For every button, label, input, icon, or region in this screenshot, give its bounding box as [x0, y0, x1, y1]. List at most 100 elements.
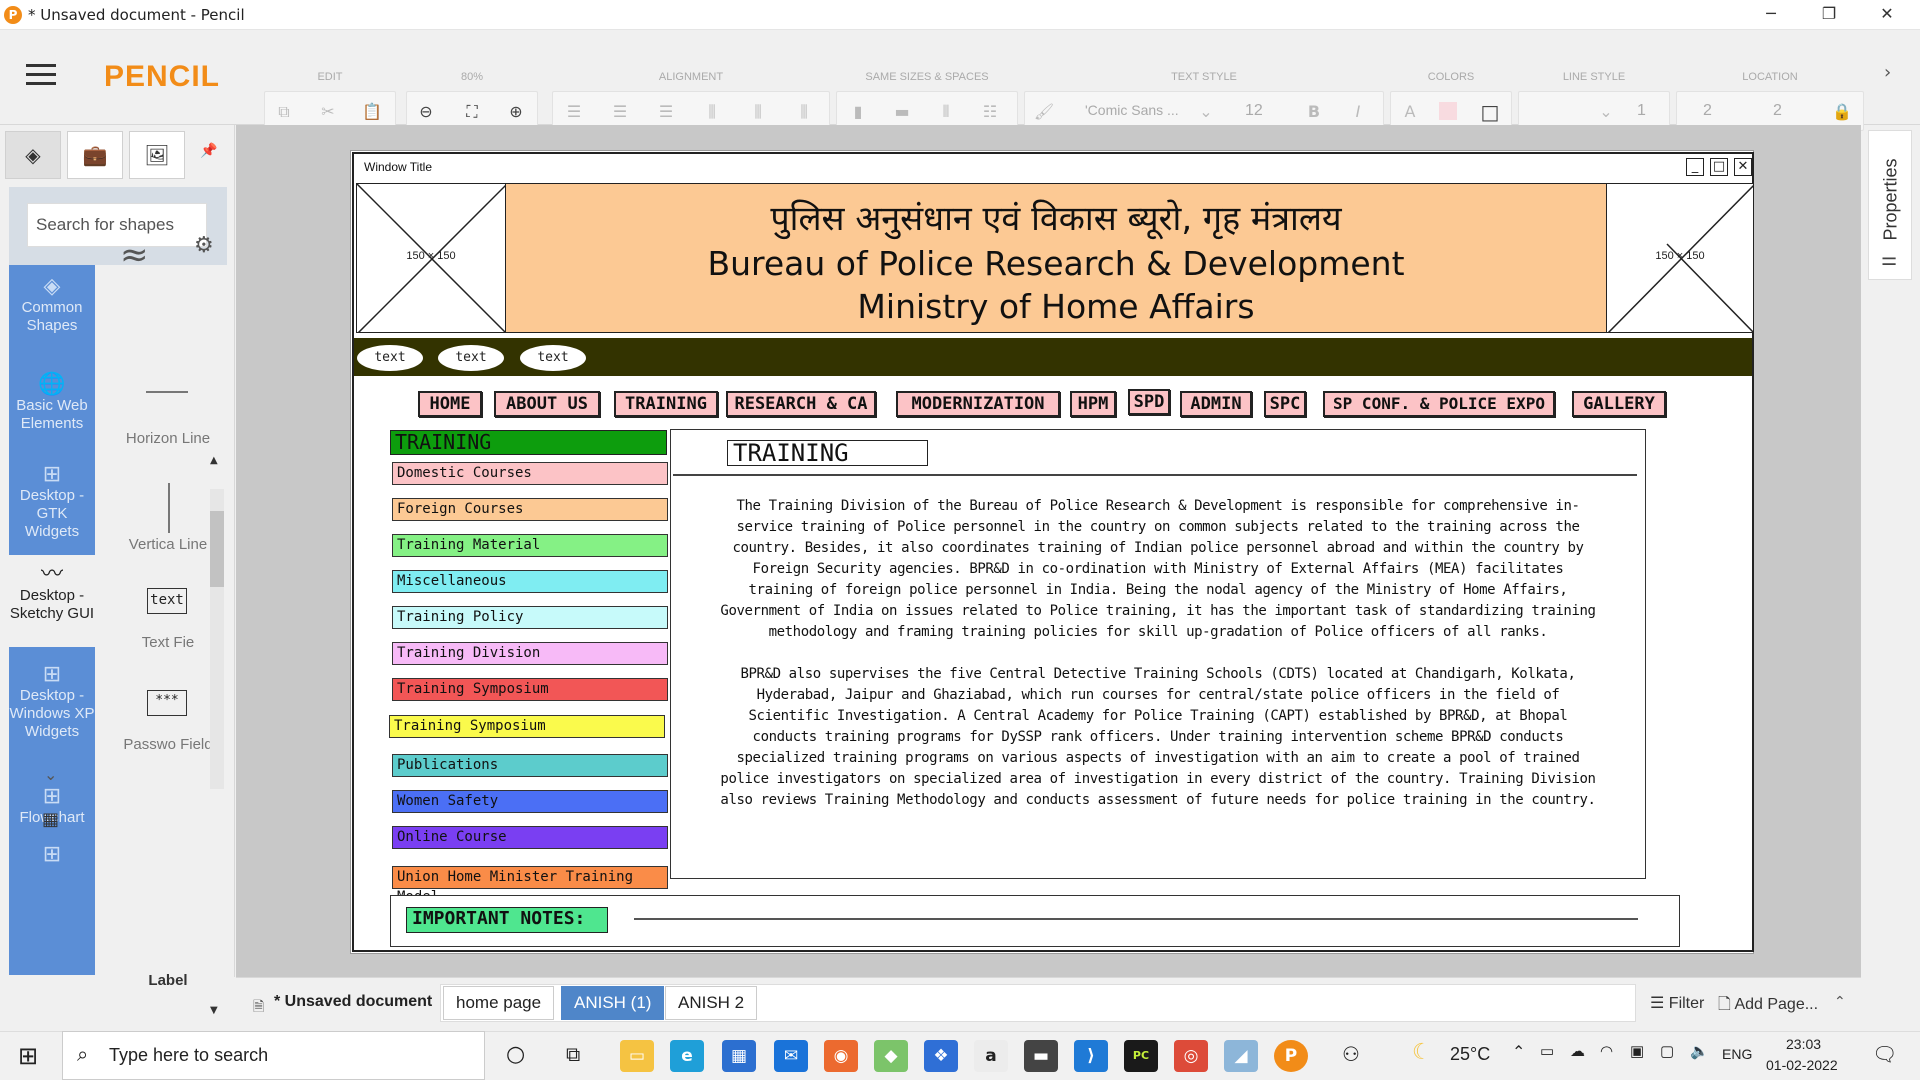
nav-sp-conf[interactable]: SP CONF. & POLICE EXPO	[1323, 391, 1555, 417]
nav-admin[interactable]: ADMIN	[1180, 391, 1252, 417]
page-tab-anish-1[interactable]: ANISH (1)	[561, 986, 665, 1020]
shape-vertical-line[interactable]: Vertica Line	[114, 537, 222, 552]
chevron-down-icon[interactable]: ⌄	[1195, 101, 1217, 123]
nav-hpm[interactable]: HPM	[1070, 391, 1116, 417]
text-field-preview[interactable]: text	[147, 588, 187, 614]
close-button[interactable]: ✕	[1858, 0, 1916, 30]
clock-date[interactable]: 01-02-2022	[1766, 1057, 1838, 1073]
page-tab-anish-2[interactable]: ANISH 2	[665, 986, 758, 1020]
wifi-icon[interactable]: ◠	[1600, 1042, 1613, 1060]
text-color-icon[interactable]: A	[1399, 101, 1421, 123]
side-menu-item[interactable]: Women Safety	[392, 790, 668, 813]
volume-icon[interactable]: 🔈	[1690, 1042, 1709, 1060]
chrome-icon[interactable]: ◎	[1174, 1040, 1208, 1072]
side-menu-item[interactable]: Training Symposium	[389, 715, 665, 738]
battery-icon[interactable]: ▭	[1540, 1042, 1554, 1060]
clock-time[interactable]: 23:03	[1786, 1036, 1821, 1052]
vertical-line-shape[interactable]	[168, 483, 170, 533]
temperature[interactable]: 25°C	[1450, 1044, 1490, 1065]
file-explorer-icon[interactable]: ▭	[620, 1040, 654, 1072]
horizontal-line-shape[interactable]	[146, 391, 188, 393]
edge-icon[interactable]: e	[670, 1040, 704, 1072]
copy-icon[interactable]: ⧉	[273, 101, 295, 123]
scroll-up-icon[interactable]: ▲	[210, 455, 218, 466]
zoom-out-icon[interactable]: ⊖	[415, 101, 437, 123]
mail-icon[interactable]: ✉	[774, 1040, 808, 1072]
v-spacing-icon[interactable]: ☷	[979, 101, 1001, 123]
side-menu-item[interactable]: Training Division	[392, 642, 668, 665]
store-icon[interactable]: ▦	[722, 1040, 756, 1072]
nav-spc[interactable]: SPC	[1264, 391, 1306, 417]
align-center-icon[interactable]: ☰	[609, 101, 631, 123]
filter-button[interactable]: ☰ Filter	[1650, 993, 1704, 1013]
maximize-button[interactable]: ❐	[1800, 0, 1858, 30]
pencil-taskbar-icon[interactable]: P	[1274, 1040, 1308, 1072]
windows-start-icon[interactable]: ⊞	[18, 1042, 38, 1070]
same-width-icon[interactable]: ▮	[847, 101, 869, 123]
font-family-select[interactable]: 'Comic Sans ...	[1085, 102, 1179, 118]
collections-tab-icon[interactable]: 💼	[67, 131, 123, 179]
paste-icon[interactable]: 📋	[361, 101, 383, 123]
utility-pill[interactable]: text	[438, 345, 504, 371]
font-size-field[interactable]: 12	[1245, 102, 1263, 120]
properties-tab[interactable]: Properties ⚌	[1868, 130, 1912, 280]
zoom-in-icon[interactable]: ⊕	[505, 101, 527, 123]
zoom-fit-icon[interactable]: ⛶	[461, 101, 483, 123]
app-icon[interactable]: ◆	[874, 1040, 908, 1072]
expand-categories-icon[interactable]: ⌄	[44, 765, 57, 784]
people-icon[interactable]: ⚇	[1342, 1042, 1360, 1066]
device-icon[interactable]: ▣	[1630, 1042, 1644, 1060]
location-y-field[interactable]: 2	[1773, 102, 1782, 120]
shape-password-field[interactable]: Passwo Field	[114, 737, 222, 752]
side-menu-item[interactable]: Training Symposium	[392, 678, 668, 701]
tray-chevron-icon[interactable]: ⌃	[1512, 1042, 1525, 1062]
minimize-button[interactable]: ─	[1742, 0, 1800, 30]
terminal-icon[interactable]: ▬	[1024, 1040, 1058, 1072]
side-menu-item[interactable]: Online Course	[392, 826, 668, 849]
password-field-preview[interactable]: ***	[147, 690, 187, 716]
page-tab-home[interactable]: home page	[443, 986, 555, 1020]
side-menu-item[interactable]: Miscellaneous	[392, 570, 668, 593]
taskbar-search[interactable]: ⌕ Type here to search	[62, 1031, 485, 1080]
nav-modernization[interactable]: MODERNIZATION	[896, 391, 1060, 417]
lock-icon[interactable]: 🔒	[1831, 101, 1853, 123]
italic-icon[interactable]: I	[1347, 101, 1369, 123]
display-icon[interactable]: ▢	[1660, 1042, 1674, 1060]
bold-icon[interactable]: B	[1303, 101, 1325, 123]
nav-training[interactable]: TRAINING	[614, 391, 718, 417]
category-gtk[interactable]: ⊞ Desktop - GTK Widgets	[9, 463, 95, 541]
chevron-up-icon[interactable]: ⌃	[1834, 994, 1846, 1010]
side-menu-item[interactable]: Foreign Courses	[392, 498, 668, 521]
utility-pill[interactable]: text	[357, 345, 423, 371]
scroll-thumb[interactable]	[210, 511, 224, 587]
h-spacing-icon[interactable]: ⫴	[935, 101, 957, 123]
notifications-icon[interactable]: 🗨	[1872, 1042, 1897, 1067]
side-menu-item[interactable]: Training Material	[392, 534, 668, 557]
pin-icon[interactable]: 📌	[200, 143, 217, 159]
nav-home[interactable]: HOME	[418, 391, 482, 417]
images-tab-icon[interactable]: 🖼	[129, 131, 185, 179]
amazon-icon[interactable]: a	[974, 1040, 1008, 1072]
category-common-shapes[interactable]: ◈ Common Shapes	[9, 275, 95, 335]
fill-color-icon[interactable]	[1439, 102, 1457, 120]
language-indicator[interactable]: ENG	[1722, 1046, 1752, 1062]
format-painter-icon[interactable]: 🖌	[1033, 101, 1055, 123]
nav-gallery[interactable]: GALLERY	[1572, 391, 1666, 417]
weather-icon[interactable]: ☾	[1412, 1040, 1432, 1065]
align-top-icon[interactable]: ⫼	[701, 101, 723, 123]
task-view-icon[interactable]: ⧉	[566, 1042, 580, 1066]
vscode-icon[interactable]: ⟩	[1074, 1040, 1108, 1072]
utility-pill[interactable]: text	[520, 345, 586, 371]
side-menu-item[interactable]: Training Policy	[392, 606, 668, 629]
category-basic-web[interactable]: 🌐 Basic Web Elements	[9, 373, 95, 433]
line-style-dropdown-icon[interactable]: ⌄	[1595, 101, 1617, 123]
add-page-button[interactable]: 🗋 Add Page...	[1718, 993, 1818, 1020]
category-sketchy-gui[interactable]: 〰 Desktop - Sketchy GUI	[9, 555, 95, 647]
shape-horizontal-line[interactable]: Horizon Line	[114, 431, 222, 446]
pycharm-icon[interactable]: PC	[1124, 1040, 1158, 1072]
category-more[interactable]: ⊞	[9, 843, 95, 867]
align-left-icon[interactable]: ☰	[563, 101, 585, 123]
side-menu-item[interactable]: Domestic Courses	[392, 462, 668, 485]
firefox-icon[interactable]: ◉	[824, 1040, 858, 1072]
align-right-icon[interactable]: ☰	[655, 101, 677, 123]
